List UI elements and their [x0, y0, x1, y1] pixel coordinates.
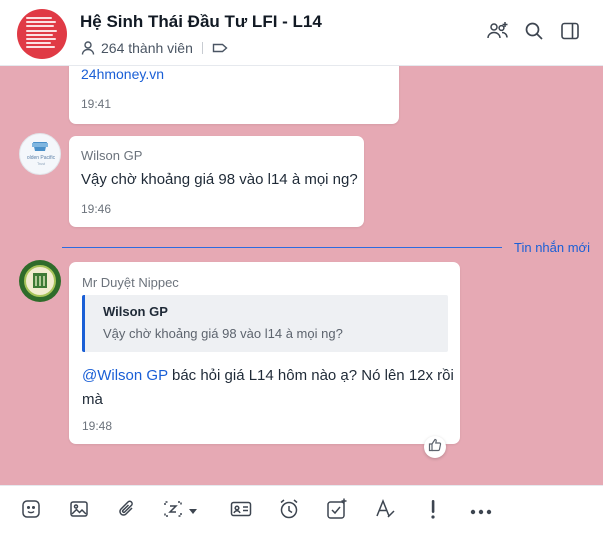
search-icon — [524, 21, 544, 46]
message-bubble[interactable]: 24hmoney.vn 19:41 — [69, 66, 399, 124]
sticker-button[interactable] — [18, 498, 44, 524]
sender-avatar[interactable]: olden Pacific Trust — [19, 133, 61, 175]
message-time: 19:46 — [81, 202, 112, 216]
reminder-clock-icon — [277, 497, 301, 526]
quoted-message[interactable]: Wilson GP Vậy chờ khoảng giá 98 vào l14 … — [82, 295, 448, 352]
text-format-button[interactable] — [372, 498, 398, 524]
group-title[interactable]: Hệ Sinh Thái Đầu Tư LFI - L14 — [80, 12, 322, 32]
svg-text:Trust: Trust — [37, 162, 45, 166]
more-button[interactable] — [468, 498, 494, 524]
task-check-icon — [325, 497, 349, 526]
add-member-button[interactable] — [485, 20, 511, 46]
message-text-line1: bác hỏi giá L14 hôm nào ạ? Nó lên 12x rồ… — [167, 367, 454, 384]
urgent-button[interactable] — [420, 498, 446, 524]
sidebar-toggle-icon — [560, 21, 580, 46]
message-text: @Wilson GP bác hỏi giá L14 hôm nào ạ? Nó… — [82, 364, 454, 412]
chevron-down-icon — [188, 507, 198, 515]
message-bubble[interactable]: Wilson GP Vậy chờ khoảng giá 98 vào l14 … — [69, 136, 364, 227]
divider — [201, 42, 203, 54]
message-text-line2: mà — [82, 391, 103, 408]
sidebar-toggle-button[interactable] — [557, 20, 583, 46]
business-card-icon — [229, 498, 253, 525]
business-card-button[interactable] — [228, 498, 254, 524]
quoted-text: Vậy chờ khoảng giá 98 vào l14 à mọi ng? — [103, 326, 343, 341]
members-icon[interactable] — [80, 40, 96, 56]
message-bubble[interactable]: Mr Duyệt Nippec Wilson GP Vậy chờ khoảng… — [69, 262, 460, 444]
mention-link[interactable]: @Wilson GP — [82, 367, 168, 384]
message-link[interactable]: 24hmoney.vn — [81, 66, 164, 82]
message-time: 19:48 — [82, 419, 113, 433]
urgent-icon — [428, 498, 438, 525]
attach-file-button[interactable] — [114, 498, 140, 524]
sender-name[interactable]: Wilson GP — [81, 148, 142, 163]
user-plus-icon — [486, 20, 510, 47]
task-button[interactable] — [324, 498, 350, 524]
image-button[interactable] — [66, 498, 92, 524]
message-text: Vậy chờ khoảng giá 98 vào l14 à mọi ng? — [81, 171, 358, 188]
search-button[interactable] — [521, 20, 547, 46]
chat-area[interactable]: 24hmoney.vn 19:41 olden Pacific Trust Wi… — [0, 66, 603, 485]
sender-name[interactable]: Mr Duyệt Nippec — [82, 275, 179, 290]
sticker-icon — [20, 498, 42, 525]
screenshot-icon — [162, 498, 184, 525]
group-avatar[interactable] — [17, 9, 67, 59]
image-icon — [68, 498, 90, 525]
sender-avatar[interactable] — [19, 260, 61, 302]
quoted-sender: Wilson GP — [103, 304, 168, 319]
attachment-icon — [116, 498, 138, 525]
member-count[interactable]: 264 thành viên — [101, 40, 193, 56]
composer-toolbar — [0, 485, 603, 533]
more-icon — [469, 502, 493, 520]
chat-header: Hệ Sinh Thái Đầu Tư LFI - L14 264 thành … — [0, 0, 603, 66]
svg-text:olden Pacific: olden Pacific — [27, 155, 56, 161]
new-messages-divider — [62, 247, 502, 248]
message-time: 19:41 — [81, 97, 112, 111]
group-subtitle: 264 thành viên — [80, 38, 233, 58]
screenshot-button[interactable] — [162, 498, 206, 524]
text-format-icon — [373, 497, 397, 526]
thumbs-up-icon — [428, 438, 442, 457]
reminder-button[interactable] — [276, 498, 302, 524]
reaction-button[interactable] — [424, 436, 446, 458]
new-messages-label: Tin nhắn mới — [514, 240, 590, 255]
tag-icon[interactable] — [212, 41, 228, 55]
